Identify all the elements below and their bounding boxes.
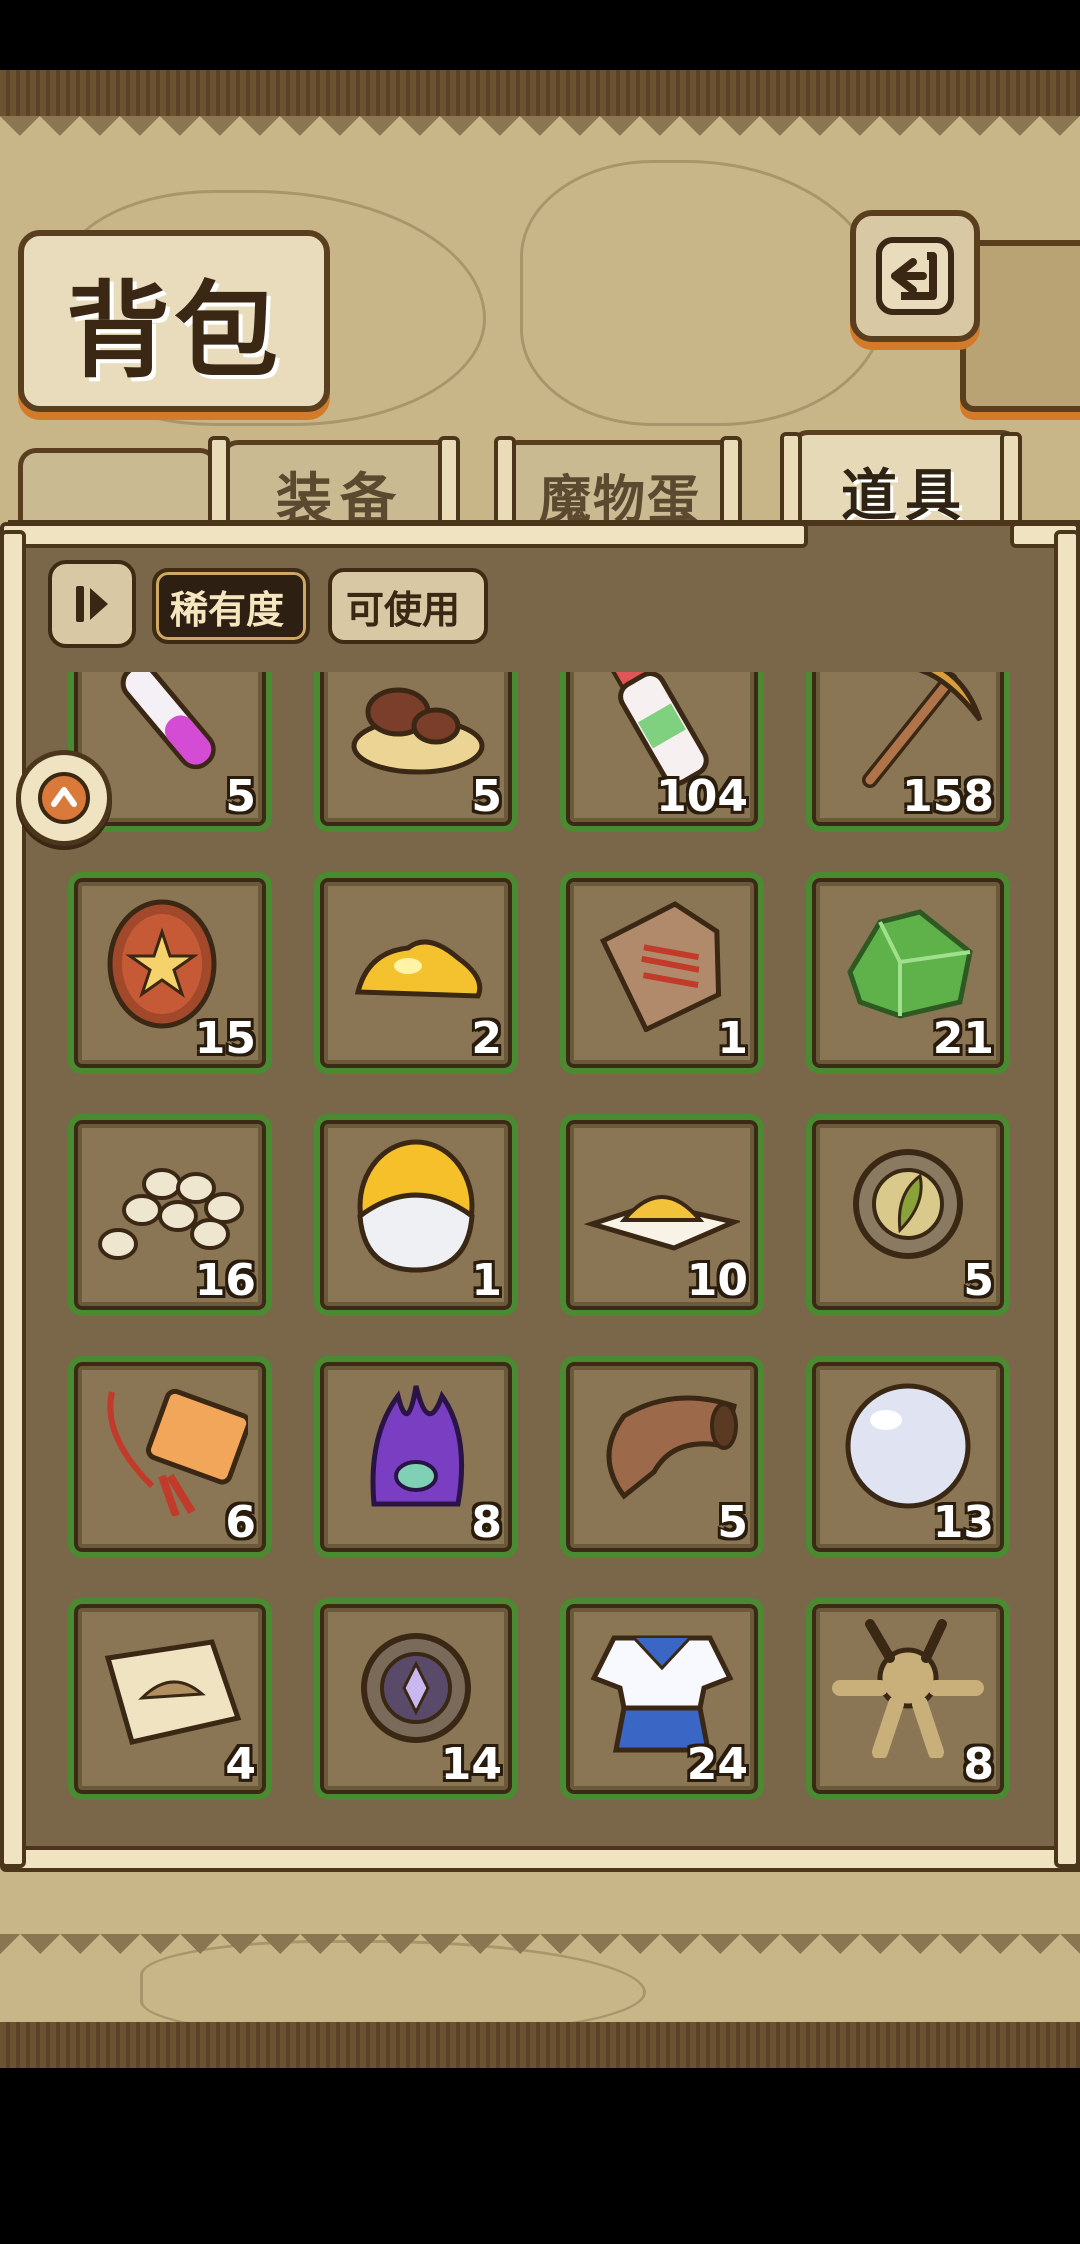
sort-toggle-button[interactable]: [48, 560, 136, 648]
panel-rail-bottom: [0, 1846, 1080, 1872]
item-quantity: 6: [225, 1497, 256, 1548]
green-crystal-icon: [847, 909, 973, 1019]
filter-usable-label: 可使用: [346, 587, 461, 632]
item-quantity: 13: [932, 1497, 994, 1548]
page-title: 背包: [65, 269, 282, 392]
scroll-up-button[interactable]: [16, 750, 112, 846]
back-arrow-icon: [876, 237, 954, 315]
wooden-tag-icon: [599, 901, 722, 1032]
panel-rail-left: [0, 530, 26, 1868]
item-quantity: 5: [471, 771, 502, 822]
item-quantity: 104: [656, 771, 748, 822]
item-slot[interactable]: 2: [314, 872, 518, 1074]
horn-icon: [606, 1395, 738, 1500]
back-button[interactable]: [850, 210, 980, 342]
gold-pile-icon: [354, 939, 483, 999]
bottom-frame: [0, 2022, 1080, 2068]
powder-icon: [584, 1195, 740, 1251]
item-slot[interactable]: 5: [806, 1114, 1010, 1316]
purple-monster-icon: [370, 1385, 465, 1507]
item-quantity: 158: [902, 771, 994, 822]
page-title-plate: 背包: [18, 230, 330, 412]
item-quantity: 5: [717, 1497, 748, 1548]
item-quantity: 16: [194, 1255, 256, 1306]
item-quantity: 10: [686, 1255, 748, 1306]
panel-rail-top: [0, 522, 808, 548]
item-slot[interactable]: 13: [806, 1356, 1010, 1558]
rune-medallion-icon: [361, 1633, 471, 1743]
charm-tag-icon: [107, 1388, 248, 1516]
voodoo-doll-icon: [832, 1619, 984, 1758]
item-slot[interactable]: 8: [314, 1356, 518, 1558]
item-slot[interactable]: 158: [806, 672, 1010, 832]
pearl-icon: [845, 1383, 971, 1509]
item-slot[interactable]: 1: [314, 1114, 518, 1316]
up-arrow-icon: [38, 772, 90, 824]
item-grid: 5 5 104 158 15 2 1 21 16 1 10 5 6 8 5 13…: [30, 672, 1050, 1832]
item-slot[interactable]: 6: [68, 1356, 272, 1558]
item-slot[interactable]: 14: [314, 1598, 518, 1800]
filter-rarity-label: 稀有度: [170, 587, 285, 632]
item-quantity: 5: [225, 771, 256, 822]
uniform-icon: [590, 1635, 734, 1753]
item-quantity: 5: [963, 1255, 994, 1306]
filter-rarity-button[interactable]: 稀有度: [152, 568, 310, 644]
item-slot[interactable]: 5: [314, 672, 518, 832]
item-slot[interactable]: 4: [68, 1598, 272, 1800]
item-slot[interactable]: 15: [68, 872, 272, 1074]
item-slot[interactable]: 104: [560, 672, 764, 832]
item-quantity: 8: [471, 1497, 502, 1548]
item-slot[interactable]: 21: [806, 872, 1010, 1074]
tab-divider: [208, 436, 230, 532]
item-slot[interactable]: 24: [560, 1598, 764, 1800]
treasure-map-icon: [104, 1639, 242, 1745]
tab-divider: [780, 432, 802, 528]
item-slot[interactable]: 16: [68, 1114, 272, 1316]
item-quantity: 2: [471, 1013, 502, 1064]
item-quantity: 15: [194, 1013, 256, 1064]
bottom-zigzag-border: [0, 1932, 1080, 1974]
tab-divider: [720, 436, 742, 532]
item-slot[interactable]: 5: [560, 1356, 764, 1558]
item-quantity: 14: [440, 1739, 502, 1790]
tab-divider: [1000, 432, 1022, 528]
sort-order-icon: [76, 586, 108, 622]
item-quantity: 1: [717, 1013, 748, 1064]
item-slot[interactable]: 8: [806, 1598, 1010, 1800]
item-quantity: 24: [686, 1739, 748, 1790]
egg-icon: [357, 1139, 475, 1273]
top-zigzag-border: [0, 116, 1080, 156]
item-quantity: 4: [225, 1739, 256, 1790]
top-frame: [0, 70, 1080, 116]
panel-rail-right: [1054, 530, 1080, 1868]
leaf-medallion-icon: [853, 1149, 963, 1259]
tab-divider: [438, 436, 460, 532]
tab-divider: [494, 436, 516, 532]
item-quantity: 8: [963, 1739, 994, 1790]
seeds-icon: [98, 1168, 244, 1260]
star-coin-icon: [107, 899, 217, 1029]
filter-usable-button[interactable]: 可使用: [328, 568, 488, 644]
item-slot[interactable]: 1: [560, 872, 764, 1074]
item-slot[interactable]: 10: [560, 1114, 764, 1316]
item-quantity: 1: [471, 1255, 502, 1306]
item-quantity: 21: [932, 1013, 994, 1064]
map-decoration: [520, 160, 886, 426]
